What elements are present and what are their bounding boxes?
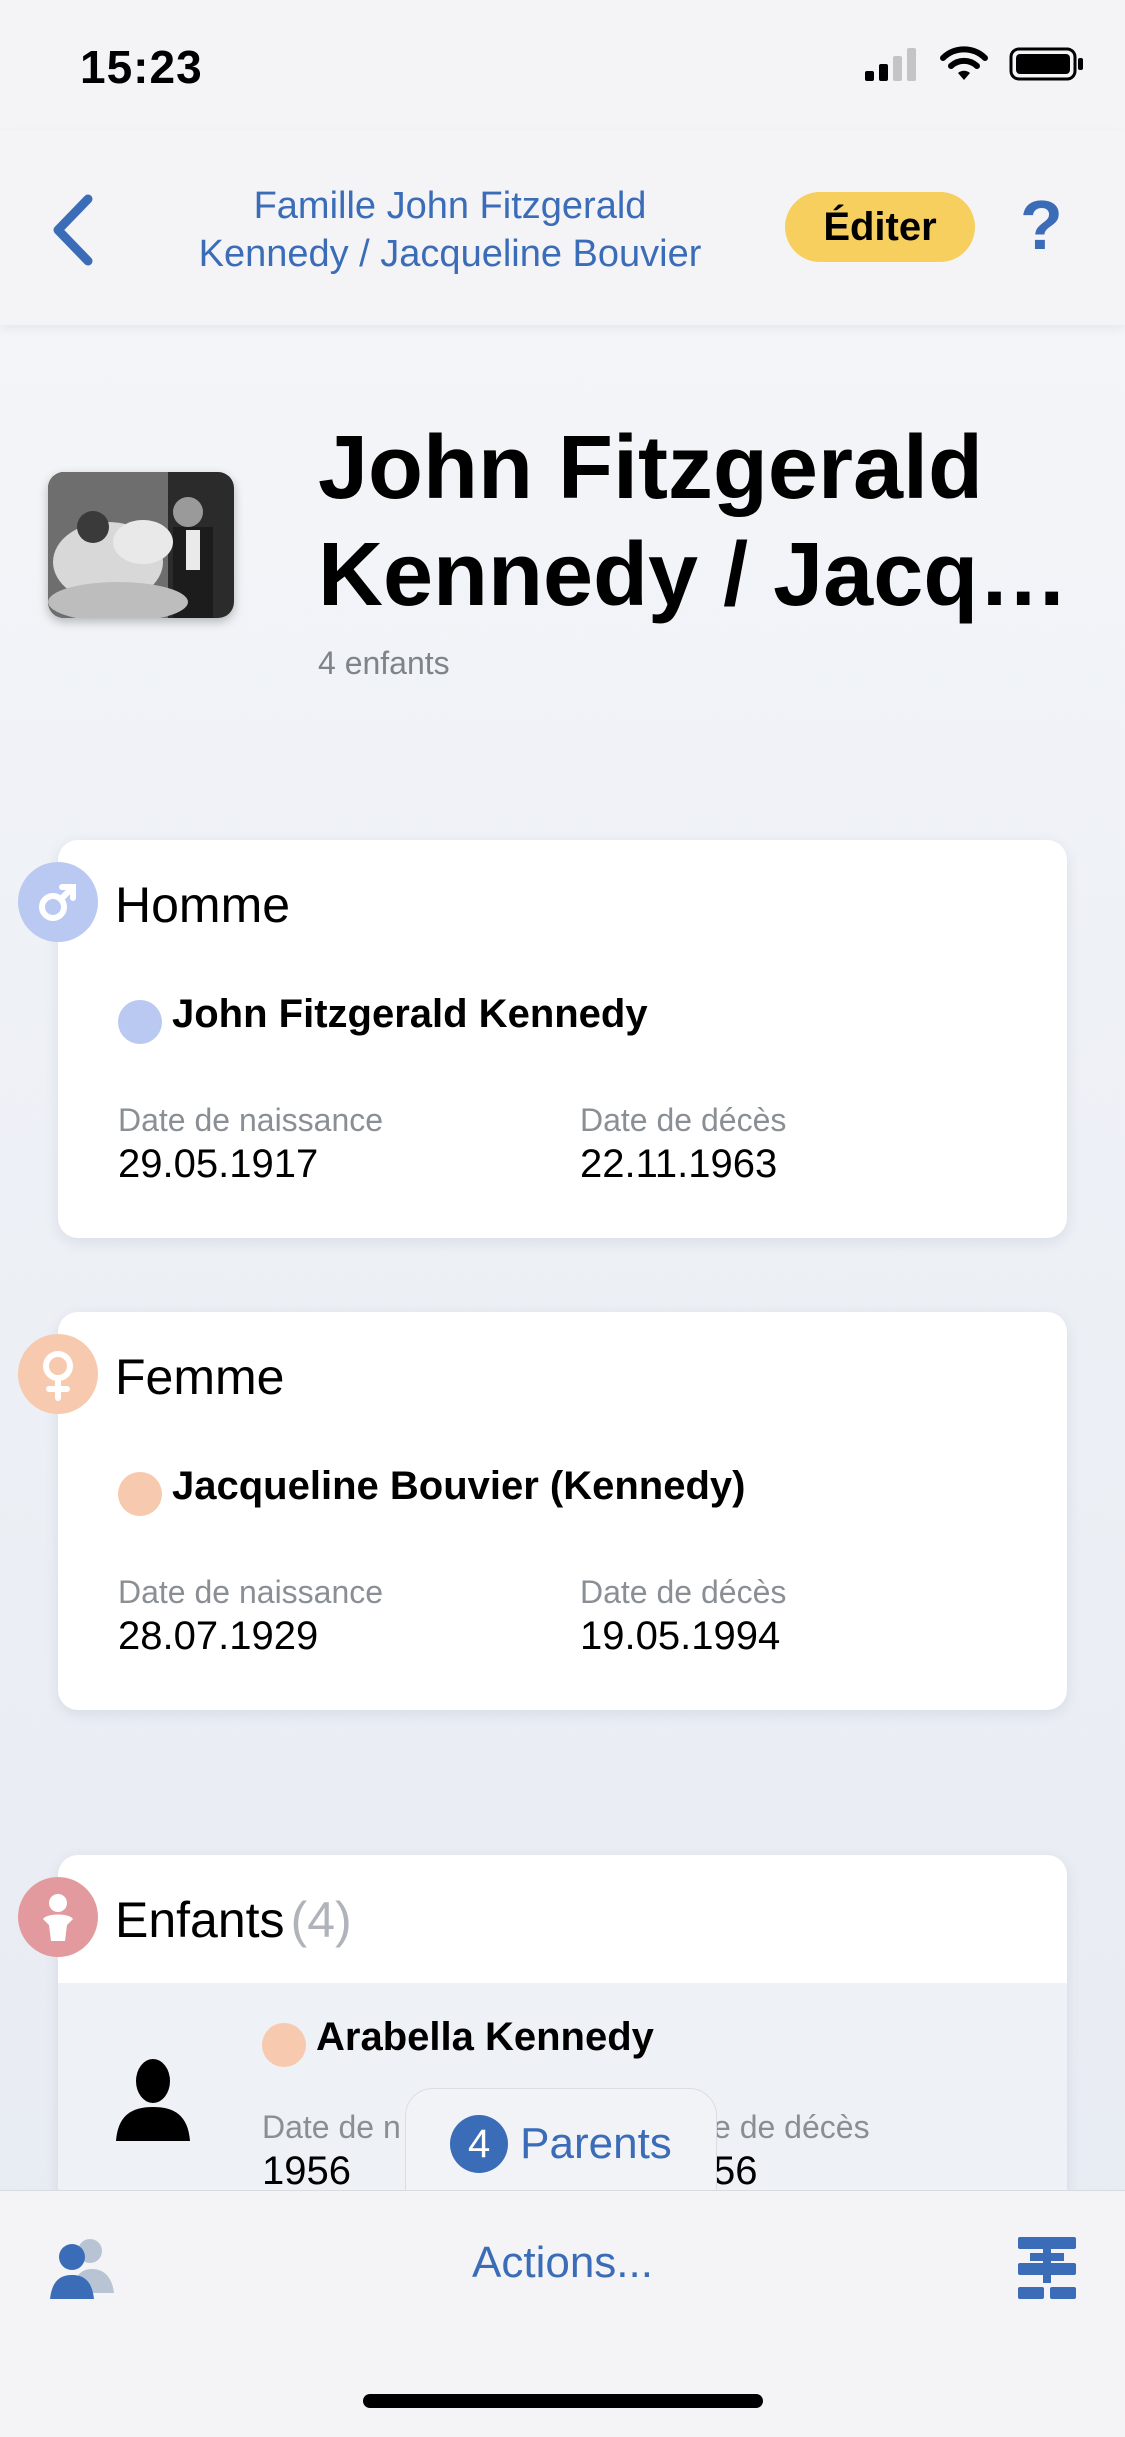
woman-birth-label: Date de naissance [118, 1574, 384, 1610]
man-death-value: 22.11.1963 [580, 1142, 778, 1186]
help-button[interactable]: ? [1020, 185, 1063, 265]
woman-birth-value: 28.07.1929 [118, 1614, 319, 1658]
man-card[interactable]: Homme John Fitzgerald Kennedy Date de na… [58, 840, 1067, 1238]
nav-title-line1: Famille John Fitzgerald [253, 185, 647, 227]
female-symbol-icon [18, 1334, 98, 1414]
child-death-label: e de décès [713, 2109, 870, 2145]
navigation-bar: Famille John Fitzgerald Kennedy / Jacque… [0, 130, 1125, 325]
woman-death-label: Date de décès [580, 1574, 787, 1610]
actions-button[interactable]: Actions... [0, 2238, 1125, 2288]
male-dot [118, 1000, 162, 1044]
man-birth-value: 29.05.1917 [118, 1142, 319, 1186]
child-death-value: 56 [713, 2149, 758, 2193]
wifi-icon [940, 46, 988, 80]
status-bar: 15:23 [0, 0, 1125, 130]
battery-icon [1009, 47, 1083, 81]
children-heading-label: Enfants [115, 1892, 285, 1948]
children-heading: Enfants (4) [115, 1891, 352, 1949]
parents-count-badge: 4 [450, 2115, 509, 2173]
cellular-signal-icon [865, 48, 916, 81]
children-heading-count: (4) [290, 1892, 352, 1948]
man-heading: Homme [115, 877, 291, 933]
child-name: Arabella Kennedy [316, 2015, 654, 2059]
family-title-line1: John Fitzgerald [318, 418, 984, 518]
status-icons [865, 46, 1085, 82]
woman-name: Jacqueline Bouvier (Kennedy) [172, 1464, 746, 1508]
nav-title: Famille John Fitzgerald Kennedy / Jacque… [160, 182, 740, 278]
children-count-subtitle: 4 enfants [318, 645, 450, 681]
person-silhouette-icon [116, 2059, 190, 2141]
child-symbol-icon [18, 1877, 98, 1957]
parents-pill-button[interactable]: 4 Parents [405, 2088, 717, 2200]
woman-death-value: 19.05.1994 [580, 1614, 781, 1658]
child-birth-label: Date de n [262, 2109, 401, 2145]
female-dot [118, 1472, 162, 1516]
man-death-label: Date de décès [580, 1102, 787, 1138]
man-name: John Fitzgerald Kennedy [172, 992, 648, 1036]
family-photo[interactable] [48, 472, 234, 618]
child-birth-value: 1956 [262, 2149, 351, 2193]
man-birth-label: Date de naissance [118, 1102, 384, 1138]
back-chevron-icon[interactable] [44, 185, 104, 275]
nav-title-line2: Kennedy / Jacqueline Bouvier [198, 233, 702, 275]
status-time: 15:23 [80, 41, 203, 93]
family-title-line2: Kennedy / Jacqu… [318, 525, 1098, 625]
family-tree-icon[interactable] [1012, 2233, 1082, 2303]
edit-button[interactable]: Éditer [785, 192, 975, 262]
male-symbol-icon [18, 862, 98, 942]
woman-card[interactable]: Femme Jacqueline Bouvier (Kennedy) Date … [58, 1312, 1067, 1710]
female-dot [262, 2023, 306, 2067]
family-title: John Fitzgerald Kennedy / Jacqu… [318, 415, 1098, 629]
parents-label: Parents [520, 2119, 672, 2168]
woman-heading: Femme [115, 1349, 285, 1405]
home-indicator[interactable] [363, 2394, 763, 2408]
